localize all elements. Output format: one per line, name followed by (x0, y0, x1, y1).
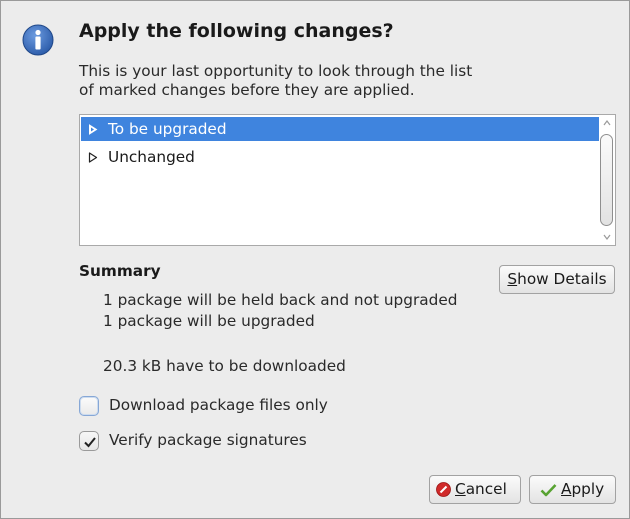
summary-heading: Summary (79, 262, 161, 280)
show-details-mnemonic: S (507, 270, 518, 288)
cancel-icon (436, 482, 451, 497)
scroll-down-arrow-icon[interactable] (602, 232, 612, 242)
dialog-title: Apply the following changes? (79, 20, 394, 42)
list-item-label: To be upgraded (108, 120, 227, 138)
list-item-unchanged[interactable]: Unchanged (81, 145, 599, 169)
changes-list[interactable]: To be upgraded Unchanged (79, 114, 616, 246)
verify-signatures-label[interactable]: Verify package signatures (109, 431, 307, 449)
description-line: of marked changes before they are applie… (79, 81, 415, 99)
summary-download-size: 20.3 kB have to be downloaded (103, 357, 346, 375)
show-details-label: how Details (517, 270, 607, 288)
cancel-label: ancel (465, 480, 507, 498)
apply-button[interactable]: Apply (529, 475, 616, 504)
expand-arrow-icon[interactable] (88, 152, 98, 163)
verify-signatures-checkbox[interactable] (79, 431, 99, 451)
download-only-checkbox[interactable] (79, 396, 99, 416)
scrollbar-thumb[interactable] (600, 134, 613, 226)
cancel-mnemonic: C (455, 480, 466, 498)
scroll-up-arrow-icon[interactable] (602, 118, 612, 128)
dialog-description: This is your last opportunity to look th… (79, 62, 549, 100)
show-details-button[interactable]: Show Details (499, 265, 615, 294)
checkmark-icon (84, 437, 96, 448)
summary-upgraded: 1 package will be upgraded (103, 312, 315, 330)
list-item-to-be-upgraded[interactable]: To be upgraded (81, 117, 599, 141)
cancel-button[interactable]: Cancel (429, 475, 521, 504)
apply-checkmark-icon (540, 484, 557, 497)
expand-arrow-icon[interactable] (88, 124, 98, 135)
description-line: This is your last opportunity to look th… (79, 62, 473, 80)
apply-mnemonic: A (561, 480, 572, 498)
information-icon (22, 24, 54, 56)
summary-held-back: 1 package will be held back and not upgr… (103, 291, 458, 309)
list-item-label: Unchanged (108, 148, 195, 166)
apply-label: pply (571, 480, 605, 498)
download-only-label[interactable]: Download package files only (109, 396, 328, 414)
